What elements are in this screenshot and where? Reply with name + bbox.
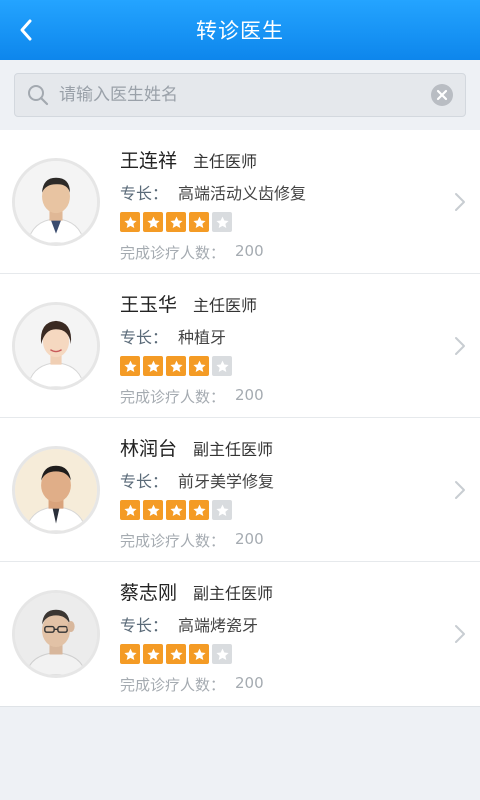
specialty-value: 种植牙 xyxy=(178,328,227,347)
doctor-row[interactable]: 林润台 副主任医师 专长： 前牙美学修复 完成诊疗人数： 200 xyxy=(0,418,480,562)
clear-icon xyxy=(436,89,448,101)
doctor-title: 主任医师 xyxy=(193,152,258,171)
star-icon xyxy=(120,644,140,664)
star-icon xyxy=(143,212,163,232)
specialty-label: 专长： xyxy=(120,328,169,347)
specialty-value: 高端烤瓷牙 xyxy=(178,616,259,635)
avatar xyxy=(12,446,100,534)
rating-stars xyxy=(120,356,264,378)
star-icon xyxy=(166,356,186,376)
back-button[interactable] xyxy=(0,0,52,60)
star-icon xyxy=(212,500,232,520)
doctor-row[interactable]: 蔡志刚 副主任医师 专长： 高端烤瓷牙 完成诊疗人数： 200 xyxy=(0,562,480,706)
clear-search-button[interactable] xyxy=(431,84,453,106)
chevron-right-icon xyxy=(455,193,465,211)
doctor-title: 主任医师 xyxy=(193,296,258,315)
star-icon xyxy=(143,356,163,376)
star-icon xyxy=(212,644,232,664)
doctor-row[interactable]: 王连祥 主任医师 专长： 高端活动义齿修复 完成诊疗人数： 200 xyxy=(0,130,480,274)
specialty-label: 专长： xyxy=(120,616,169,635)
star-icon xyxy=(189,500,209,520)
page-title: 转诊医生 xyxy=(196,19,284,43)
specialty-label: 专长： xyxy=(120,472,169,491)
count-label: 完成诊疗人数： xyxy=(120,244,226,262)
specialty-value: 前牙美学修复 xyxy=(178,472,275,491)
count-value: 200 xyxy=(235,386,264,404)
rating-stars xyxy=(120,500,274,522)
star-icon xyxy=(166,212,186,232)
doctor-name: 王连祥 xyxy=(120,150,178,172)
star-icon xyxy=(120,500,140,520)
back-arrow-icon xyxy=(20,19,32,41)
doctor-name: 林润台 xyxy=(120,438,178,460)
count-label: 完成诊疗人数： xyxy=(120,532,226,550)
chevron-right-icon xyxy=(455,625,465,643)
doctor-title: 副主任医师 xyxy=(193,584,274,603)
header-bar: 转诊医生 xyxy=(0,0,480,60)
count-value: 200 xyxy=(235,242,264,260)
avatar xyxy=(12,590,100,678)
chevron-right-icon xyxy=(455,481,465,499)
star-icon xyxy=(189,212,209,232)
doctor-name: 蔡志刚 xyxy=(120,582,178,604)
chevron-right-icon xyxy=(455,337,465,355)
search-section xyxy=(0,60,480,130)
star-icon xyxy=(189,644,209,664)
specialty-label: 专长： xyxy=(120,184,169,203)
star-icon xyxy=(143,500,163,520)
avatar xyxy=(12,158,100,246)
count-value: 200 xyxy=(235,674,264,692)
star-icon xyxy=(166,500,186,520)
count-value: 200 xyxy=(235,530,264,548)
doctor-title: 副主任医师 xyxy=(193,440,274,459)
star-icon xyxy=(166,644,186,664)
count-label: 完成诊疗人数： xyxy=(120,388,226,406)
star-icon xyxy=(143,644,163,664)
star-icon xyxy=(120,356,140,376)
star-icon xyxy=(212,356,232,376)
avatar xyxy=(12,302,100,390)
star-icon xyxy=(120,212,140,232)
search-box xyxy=(14,73,466,117)
star-icon xyxy=(212,212,232,232)
star-icon xyxy=(189,356,209,376)
specialty-value: 高端活动义齿修复 xyxy=(178,184,307,203)
rating-stars xyxy=(120,644,273,666)
search-input[interactable] xyxy=(49,75,431,115)
rating-stars xyxy=(120,212,306,234)
count-label: 完成诊疗人数： xyxy=(120,676,226,694)
search-icon xyxy=(28,85,49,106)
doctor-list: 王连祥 主任医师 专长： 高端活动义齿修复 完成诊疗人数： 200 王玉华 主任… xyxy=(0,130,480,707)
doctor-name: 王玉华 xyxy=(120,294,178,316)
doctor-row[interactable]: 王玉华 主任医师 专长： 种植牙 完成诊疗人数： 200 xyxy=(0,274,480,418)
